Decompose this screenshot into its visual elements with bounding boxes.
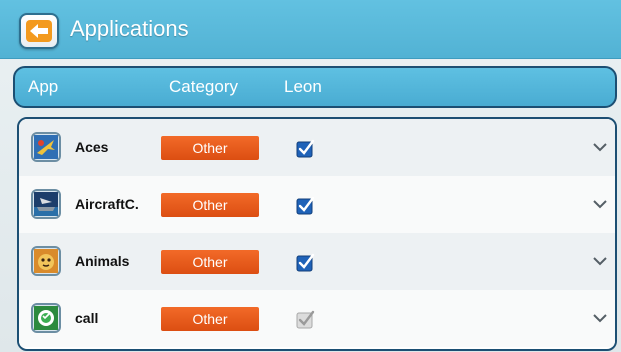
page-title: Applications	[70, 16, 189, 41]
list-item[interactable]: Animals Other	[19, 233, 615, 290]
chevron-down-icon[interactable]	[592, 198, 608, 210]
phone-call-icon	[31, 303, 61, 333]
app-name: call	[75, 310, 99, 326]
checkbox-icon[interactable]	[295, 252, 315, 272]
category-badge[interactable]: Other	[161, 193, 259, 217]
app-name: Animals	[75, 253, 130, 269]
category-badge[interactable]: Other	[161, 250, 259, 274]
aircraft-carrier-icon	[31, 189, 61, 219]
column-category-label: Category	[169, 77, 238, 96]
list-item[interactable]: call Other	[19, 290, 615, 347]
column-user-label: Leon	[284, 77, 322, 96]
chevron-down-icon[interactable]	[592, 255, 608, 267]
category-badge[interactable]: Other	[161, 307, 259, 331]
list-item[interactable]: Aces Other	[19, 119, 615, 176]
checkbox-icon[interactable]	[295, 309, 315, 329]
column-header: App Category Leon	[13, 66, 617, 108]
chevron-down-icon[interactable]	[592, 312, 608, 324]
app-list: Aces Other AircraftC. Other Animals Othe…	[17, 117, 617, 351]
chevron-down-icon[interactable]	[592, 141, 608, 153]
checkbox-icon[interactable]	[295, 138, 315, 158]
list-item[interactable]: AircraftC. Other	[19, 176, 615, 233]
category-badge[interactable]: Other	[161, 136, 259, 160]
title-bar: Applications	[0, 0, 621, 59]
app-name: Aces	[75, 139, 109, 155]
applications-screen: Applications App Category Leon Aces Othe…	[0, 0, 621, 352]
column-app-label: App	[28, 77, 59, 96]
arrow-left-icon	[26, 20, 52, 42]
checkbox-icon[interactable]	[295, 195, 315, 215]
app-name: AircraftC.	[75, 196, 139, 212]
jet-fighter-icon	[31, 132, 61, 162]
animal-icon	[31, 246, 61, 276]
back-button[interactable]	[19, 13, 59, 49]
